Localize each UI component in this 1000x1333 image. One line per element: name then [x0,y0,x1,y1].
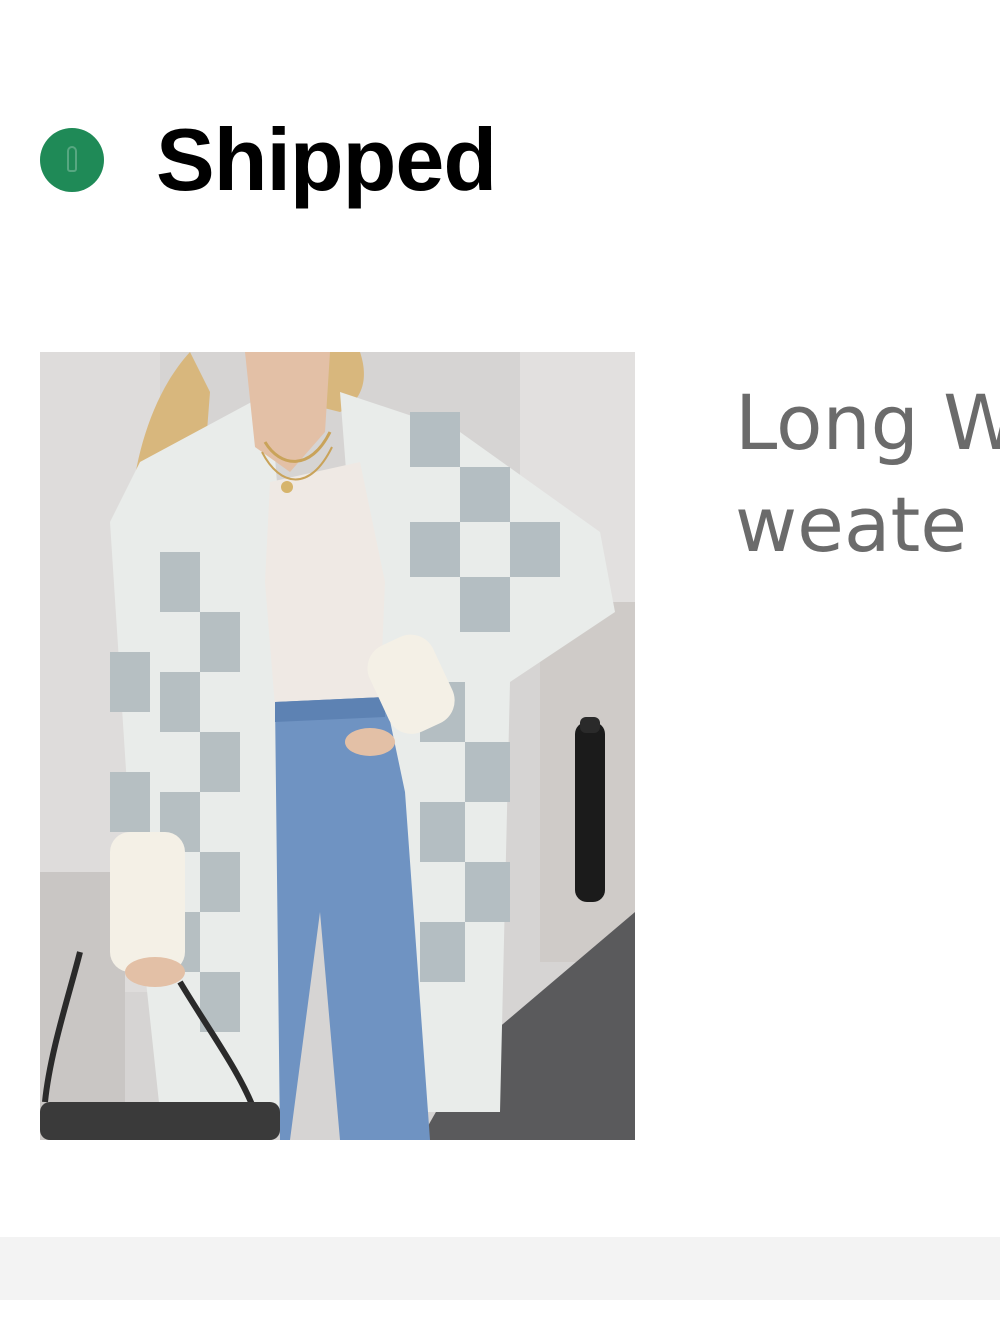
product-image[interactable] [40,352,635,1140]
order-item-page: Shipped Long W weate [0,0,1000,1333]
order-item-row[interactable]: Long W weate [40,352,1000,1142]
section-divider [0,1237,1000,1300]
status-inner-icon [67,146,77,172]
product-title-line-1: Long W [735,378,1000,467]
product-title-line-2: weate [735,480,968,569]
order-status: Shipped [40,110,497,209]
product-title[interactable]: Long W weate [735,372,1000,576]
product-photo-icon [40,352,635,1140]
status-dot-icon [40,128,104,192]
status-label: Shipped [156,110,497,209]
